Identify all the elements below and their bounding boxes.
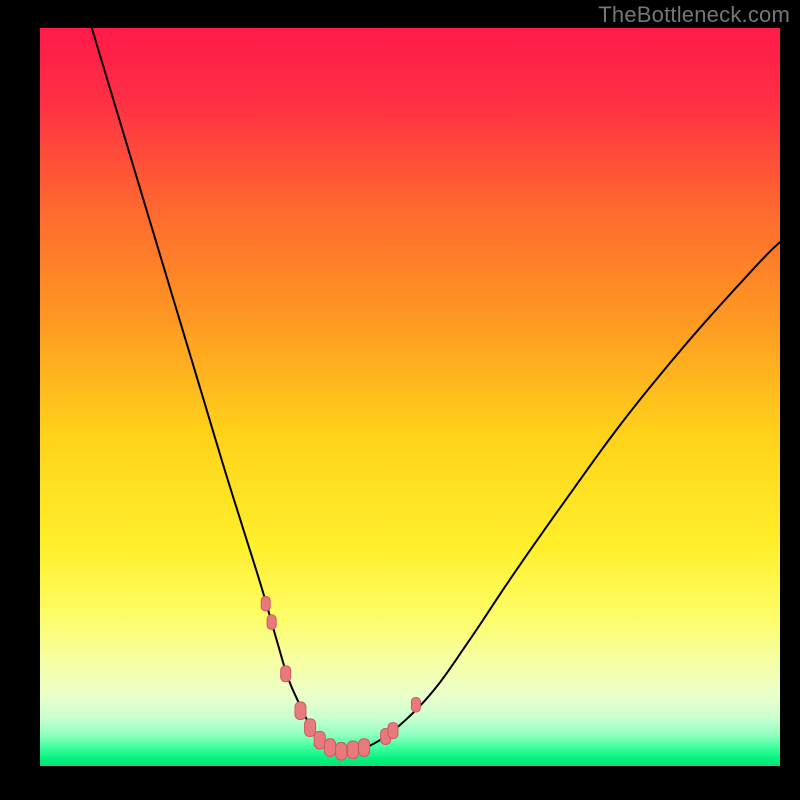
chart-frame: TheBottleneck.com	[0, 0, 800, 800]
curve-marker	[325, 739, 336, 757]
curve-marker	[336, 742, 347, 760]
curve-marker	[295, 702, 306, 720]
curve-marker	[261, 596, 270, 610]
curve-marker	[411, 698, 420, 712]
curve-marker	[305, 719, 316, 737]
curve-marker	[281, 666, 291, 682]
watermark-label: TheBottleneck.com	[598, 2, 790, 28]
chart-svg	[40, 28, 780, 766]
curve-marker	[267, 615, 276, 629]
curve-marker	[348, 741, 359, 759]
plot-background	[40, 28, 780, 766]
plot-area	[40, 28, 780, 766]
curve-marker	[359, 739, 370, 757]
curve-marker	[388, 723, 398, 739]
curve-marker	[314, 731, 325, 749]
